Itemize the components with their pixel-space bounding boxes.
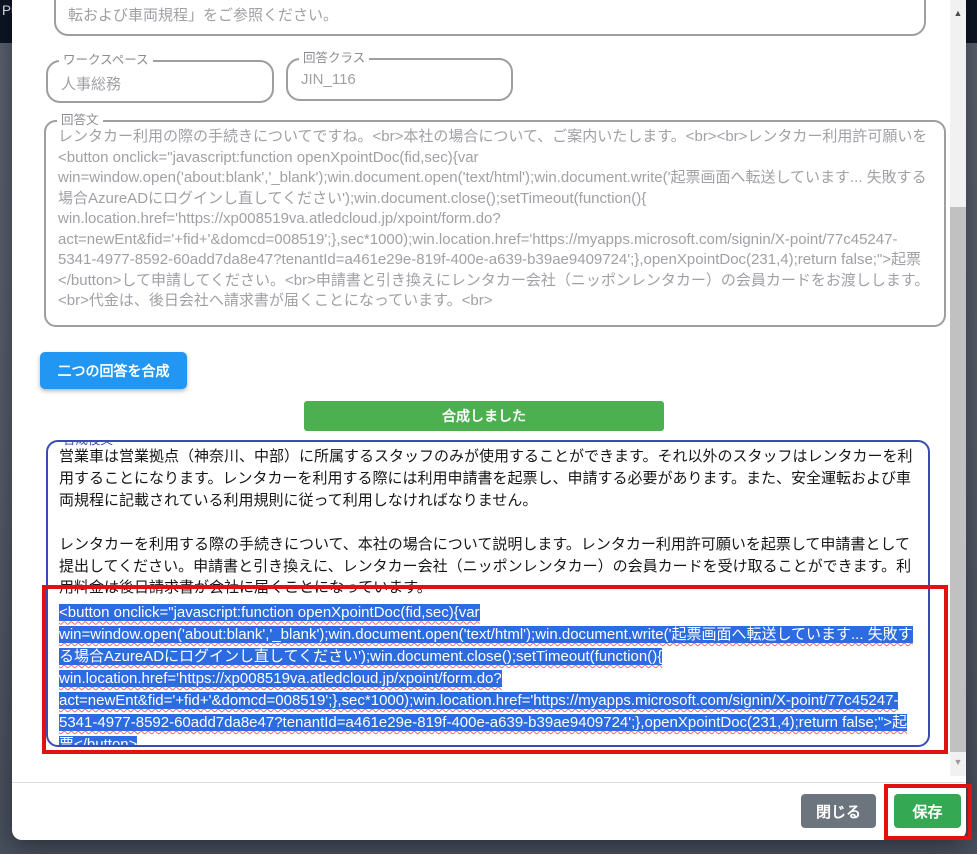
scroll-down-icon[interactable]: ▼ — [950, 753, 966, 771]
merge-answers-button[interactable]: 二つの回答を合成 — [40, 352, 187, 389]
annotation-box-save-button — [884, 784, 972, 840]
footer-divider — [12, 782, 966, 783]
answer-textarea-value: レンタカー利用の際の手続きについてですね。<br>本社の場合について、ご案内いた… — [58, 127, 934, 321]
merged-paragraph-1: 営業車は営業拠点（神奈川、中部）に所属するスタッフのみが使用することができます。… — [59, 446, 919, 512]
answer-class-label: 回答クラス — [299, 51, 369, 65]
annotation-box-selected-code — [42, 585, 948, 754]
intro-textarea: 転および車両規程」をご参照ください。 — [54, 0, 926, 36]
answer-label: 回答文 — [57, 113, 103, 127]
answer-class-field: 回答クラス JIN_116 — [286, 58, 513, 101]
intro-textarea-value: 転および車両規程」をご参照ください。 — [68, 4, 338, 25]
merge-success-banner: 合成しました — [304, 401, 664, 431]
answer-textarea: 回答文 レンタカー利用の際の手続きについてですね。<br>本社の場合について、ご… — [44, 120, 946, 327]
scrollbar-thumb[interactable] — [950, 207, 966, 752]
scroll-up-icon[interactable]: ▲ — [950, 4, 966, 22]
workspace-value: 人事総務 — [61, 73, 121, 94]
close-button[interactable]: 閉じる — [801, 794, 876, 828]
answer-class-value: JIN_116 — [301, 71, 356, 88]
workspace-label: ワークスペース — [59, 53, 153, 67]
screen: Publ 転および車両規程」をご参照ください。 ワークスペース 人事総務 回答ク… — [0, 0, 977, 854]
workspace-field: ワークスペース 人事総務 — [46, 60, 274, 103]
blank-line — [59, 512, 919, 534]
